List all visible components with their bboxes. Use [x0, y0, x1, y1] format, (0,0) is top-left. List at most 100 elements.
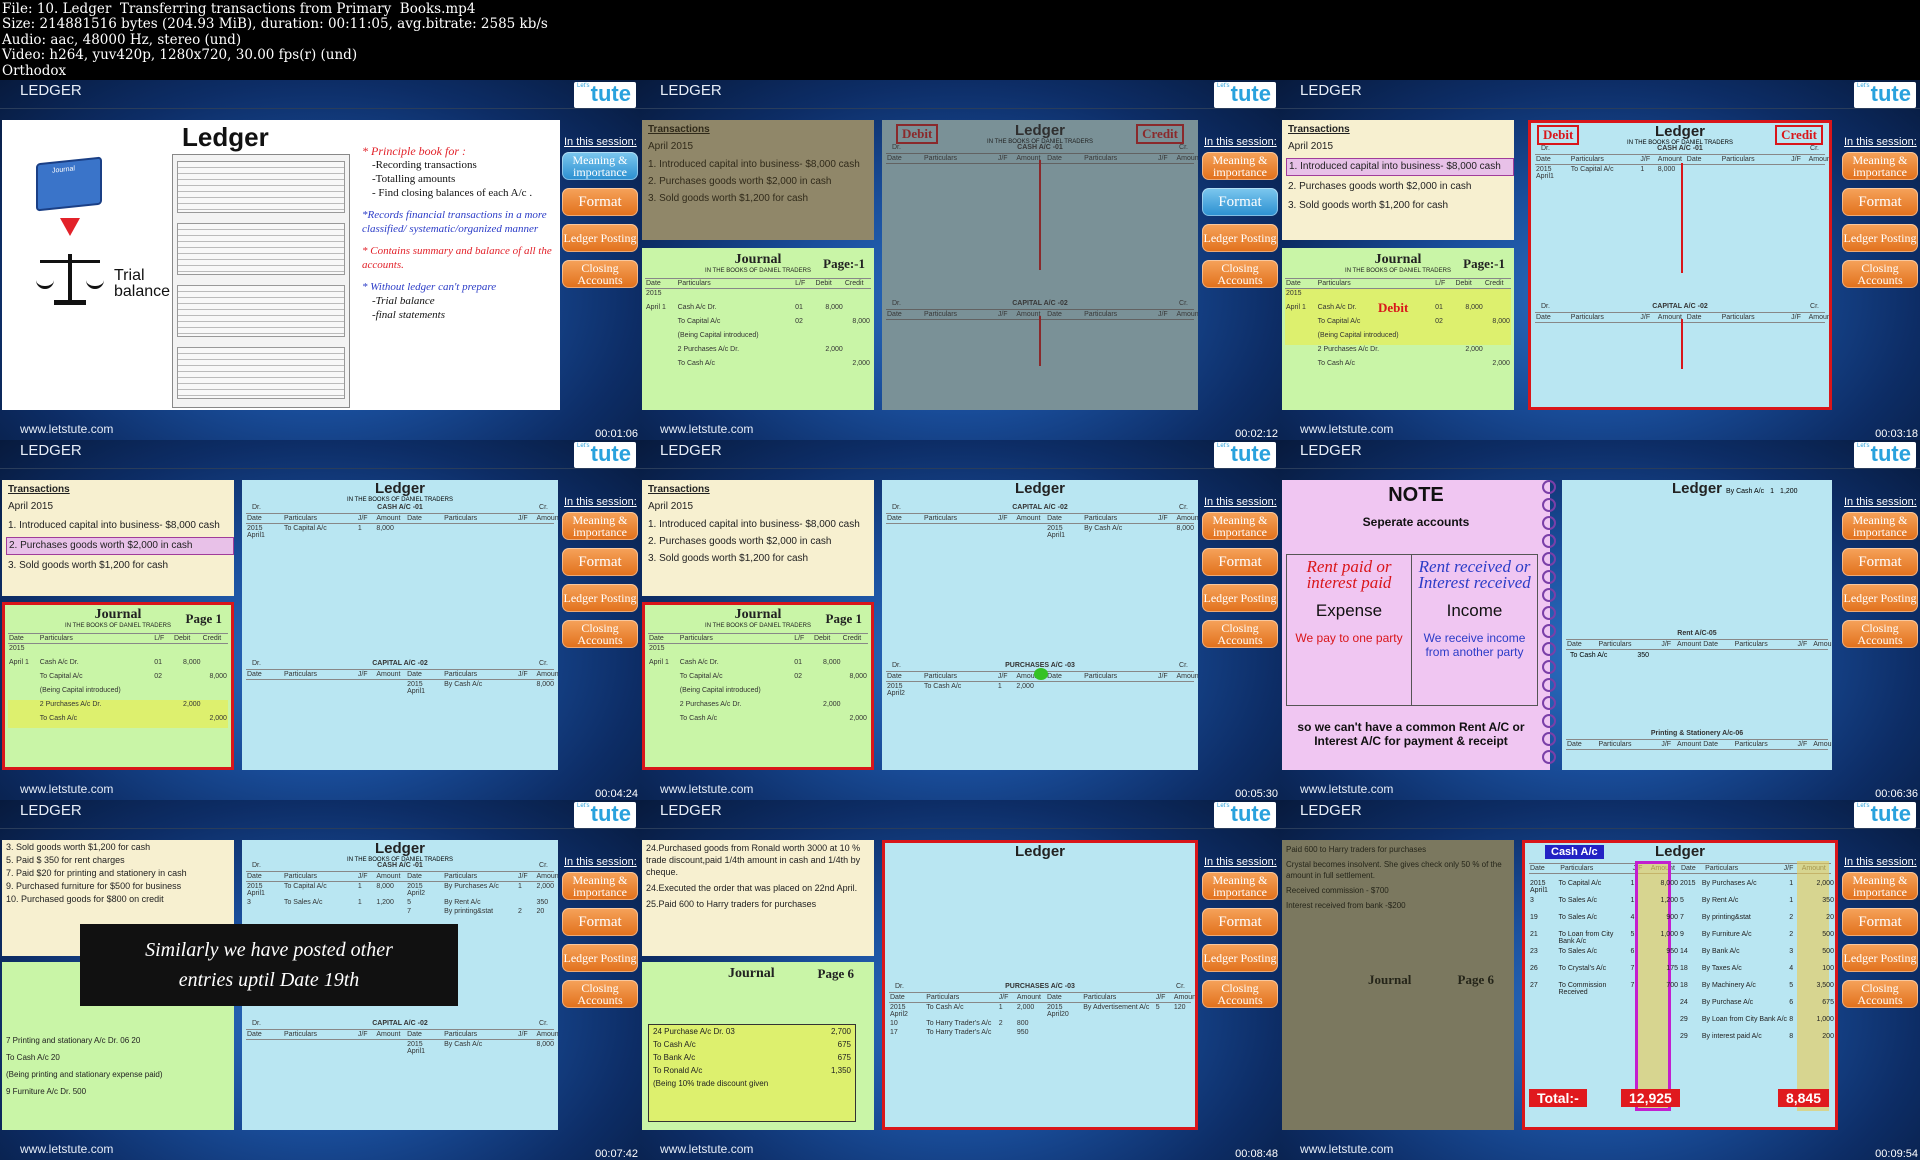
format-button[interactable]: Format — [1202, 548, 1278, 576]
ledger-cell — [1015, 524, 1046, 540]
ledger-cell: 2015 April1 — [247, 525, 265, 539]
site-url: www.letstute.com — [20, 422, 114, 436]
ledger-posting-button[interactable]: Ledger Posting — [562, 584, 638, 612]
thumbnail-grid: LEDGER Let's tute www.letstute.com 00:01:06 I… — [0, 80, 1920, 1160]
closing-accounts-button-label: Closing Accounts — [577, 981, 623, 1007]
ledger-cell: 2 — [1789, 931, 1794, 938]
account-name: PURCHASES A/C -03 — [1005, 983, 1075, 990]
journal-cell — [794, 345, 814, 359]
ledger-posting-button[interactable]: Ledger Posting — [1842, 224, 1918, 252]
video-frame-3[interactable]: LEDGER Let's tute www.letstute.com 00:03:18 I… — [1280, 80, 1920, 440]
meaning-button[interactable]: Meaning & importance — [562, 152, 638, 180]
ledger-columns: DateParticularsJ/FAmountDateParticularsJ… — [246, 871, 558, 882]
ledger-posting-button[interactable]: Ledger Posting — [1842, 584, 1918, 612]
ledger-cell: 100 — [1822, 965, 1834, 972]
journal-cell — [814, 317, 843, 331]
ledger-cell — [375, 907, 406, 916]
format-button[interactable]: Format — [562, 548, 638, 576]
closing-accounts-button[interactable]: Closing Accounts — [562, 260, 638, 288]
closing-accounts-button[interactable]: Closing Accounts — [1842, 980, 1918, 1008]
transaction-item: 10. Purchased goods for $800 on credit — [6, 894, 164, 904]
journal-cell: 02 — [795, 318, 803, 325]
journal-cell — [844, 303, 871, 317]
format-button[interactable]: Format — [1842, 908, 1918, 936]
closing-accounts-button[interactable]: Closing Accounts — [562, 980, 638, 1008]
meaning-button-label: Meaning & importance — [1212, 873, 1268, 899]
income-kind: Income — [1446, 601, 1503, 620]
ledger-columns: DateParticularsJ/FAmountDateParticularsJ… — [1529, 863, 1831, 874]
timestamp: 00:01:06 — [595, 428, 638, 440]
journal-cell: 02 — [154, 673, 162, 680]
video-frame-2[interactable]: LEDGER Let's tute www.letstute.com 00:02:12 I… — [640, 80, 1280, 440]
journal-cell — [8, 686, 39, 700]
format-button[interactable]: Format — [562, 188, 638, 216]
meaning-button[interactable]: Meaning & importance — [1842, 152, 1918, 180]
journal-row: 2 Purchases A/c Dr. 2,000 — [1285, 345, 1511, 359]
ledger-col-header: Date — [407, 671, 422, 678]
transactions-month: April 2015 — [8, 501, 54, 512]
dr-label: Dr. — [252, 1020, 261, 1027]
journal-cell — [844, 331, 871, 345]
transactions-heading: Transactions — [648, 484, 710, 495]
journal-cell — [1285, 345, 1317, 359]
transaction-item: 5. Paid $ 350 for rent charges — [6, 855, 125, 865]
meaning-button[interactable]: Meaning & importance — [1842, 512, 1918, 540]
meaning-button[interactable]: Meaning & importance — [562, 512, 638, 540]
format-button-label: Format — [578, 554, 622, 570]
closing-accounts-button[interactable]: Closing Accounts — [1842, 620, 1918, 648]
spiral-ring — [1542, 678, 1556, 692]
timestamp: 00:09:54 — [1875, 1148, 1918, 1160]
format-button[interactable]: Format — [562, 908, 638, 936]
closing-accounts-button-label: Closing Accounts — [1217, 261, 1263, 287]
ledger-point: * Contains summary and balance of all th… — [362, 245, 552, 271]
closing-accounts-button[interactable]: Closing Accounts — [1202, 980, 1278, 1008]
ledger-cell: By Loan from City Bank A/c — [1701, 1016, 1788, 1023]
ledger-cell: By printing&stat — [444, 908, 494, 915]
ledger-posting-button[interactable]: Ledger Posting — [562, 224, 638, 252]
video-frame-9[interactable]: LEDGER Let's tute www.letstute.com 00:09:54 I… — [1280, 800, 1920, 1160]
video-frame-5[interactable]: LEDGER Let's tute www.letstute.com 00:05:30 I… — [640, 440, 1280, 800]
ledger-posting-button[interactable]: Ledger Posting — [1202, 944, 1278, 972]
closing-accounts-button[interactable]: Closing Accounts — [1202, 260, 1278, 288]
meaning-button[interactable]: Meaning & importance — [562, 872, 638, 900]
ledger-posting-button[interactable]: Ledger Posting — [1842, 944, 1918, 972]
format-button[interactable]: Format — [1202, 188, 1278, 216]
credit-side-rows: 2015 By Purchases A/c 1 2,000 5 By Rent A/c 1 3… — [1679, 879, 1835, 1049]
format-button[interactable]: Format — [1842, 188, 1918, 216]
video-frame-1[interactable]: LEDGER Let's tute www.letstute.com 00:01:06 I… — [0, 80, 640, 440]
closing-accounts-button[interactable]: Closing Accounts — [1842, 260, 1918, 288]
ledger-page-lines — [177, 161, 345, 213]
format-button[interactable]: Format — [1202, 908, 1278, 936]
format-button[interactable]: Format — [1842, 548, 1918, 576]
closing-accounts-button[interactable]: Closing Accounts — [562, 620, 638, 648]
ledger-posting-button[interactable]: Ledger Posting — [562, 944, 638, 972]
video-frame-4[interactable]: LEDGER Let's tute www.letstute.com 00:04:24 I… — [0, 440, 640, 800]
ledger-cell: 8,000 — [536, 681, 554, 688]
ledger-posting-button[interactable]: Ledger Posting — [1202, 584, 1278, 612]
ledger-posting-button[interactable]: Ledger Posting — [1202, 224, 1278, 252]
transaction-item: 1. Introduced capital into business- $8,… — [1286, 158, 1514, 176]
journal-cell: To Capital A/c — [39, 673, 83, 680]
ledger-cell: 8,000 — [536, 1041, 554, 1048]
closing-accounts-button[interactable]: Closing Accounts — [1202, 620, 1278, 648]
journal-col-header: Credit — [844, 280, 864, 287]
video-frame-7[interactable]: LEDGER Let's tute www.letstute.com 00:07:42 I… — [0, 800, 640, 1160]
video-frame-6[interactable]: LEDGER Let's tute www.letstute.com 00:06:36 I… — [1280, 440, 1920, 800]
journal-col-header: Debit — [173, 635, 191, 642]
transaction-item: 24.Executed the order that was placed on… — [646, 883, 858, 893]
meaning-button[interactable]: Meaning & importance — [1842, 872, 1918, 900]
journal-cell — [8, 672, 39, 686]
ledger-col-header: Amount — [1677, 641, 1702, 648]
header-divider — [0, 108, 640, 109]
journal-cell — [842, 658, 868, 672]
ledger-col-header: J/F — [357, 671, 368, 678]
ledger-posting-button-label: Ledger Posting — [563, 951, 637, 965]
meaning-button[interactable]: Meaning & importance — [1202, 152, 1278, 180]
journal-col-header: L/F — [154, 635, 165, 642]
meaning-button[interactable]: Meaning & importance — [1202, 512, 1278, 540]
journal-title: Journal — [728, 966, 775, 981]
caption-banner: Similarly we have posted other entries u… — [80, 924, 458, 1006]
video-frame-8[interactable]: LEDGER Let's tute www.letstute.com 00:08:48 I… — [640, 800, 1280, 1160]
ledger-row: 26 To Crystal's A/c 7 175 — [1529, 964, 1679, 981]
meaning-button[interactable]: Meaning & importance — [1202, 872, 1278, 900]
